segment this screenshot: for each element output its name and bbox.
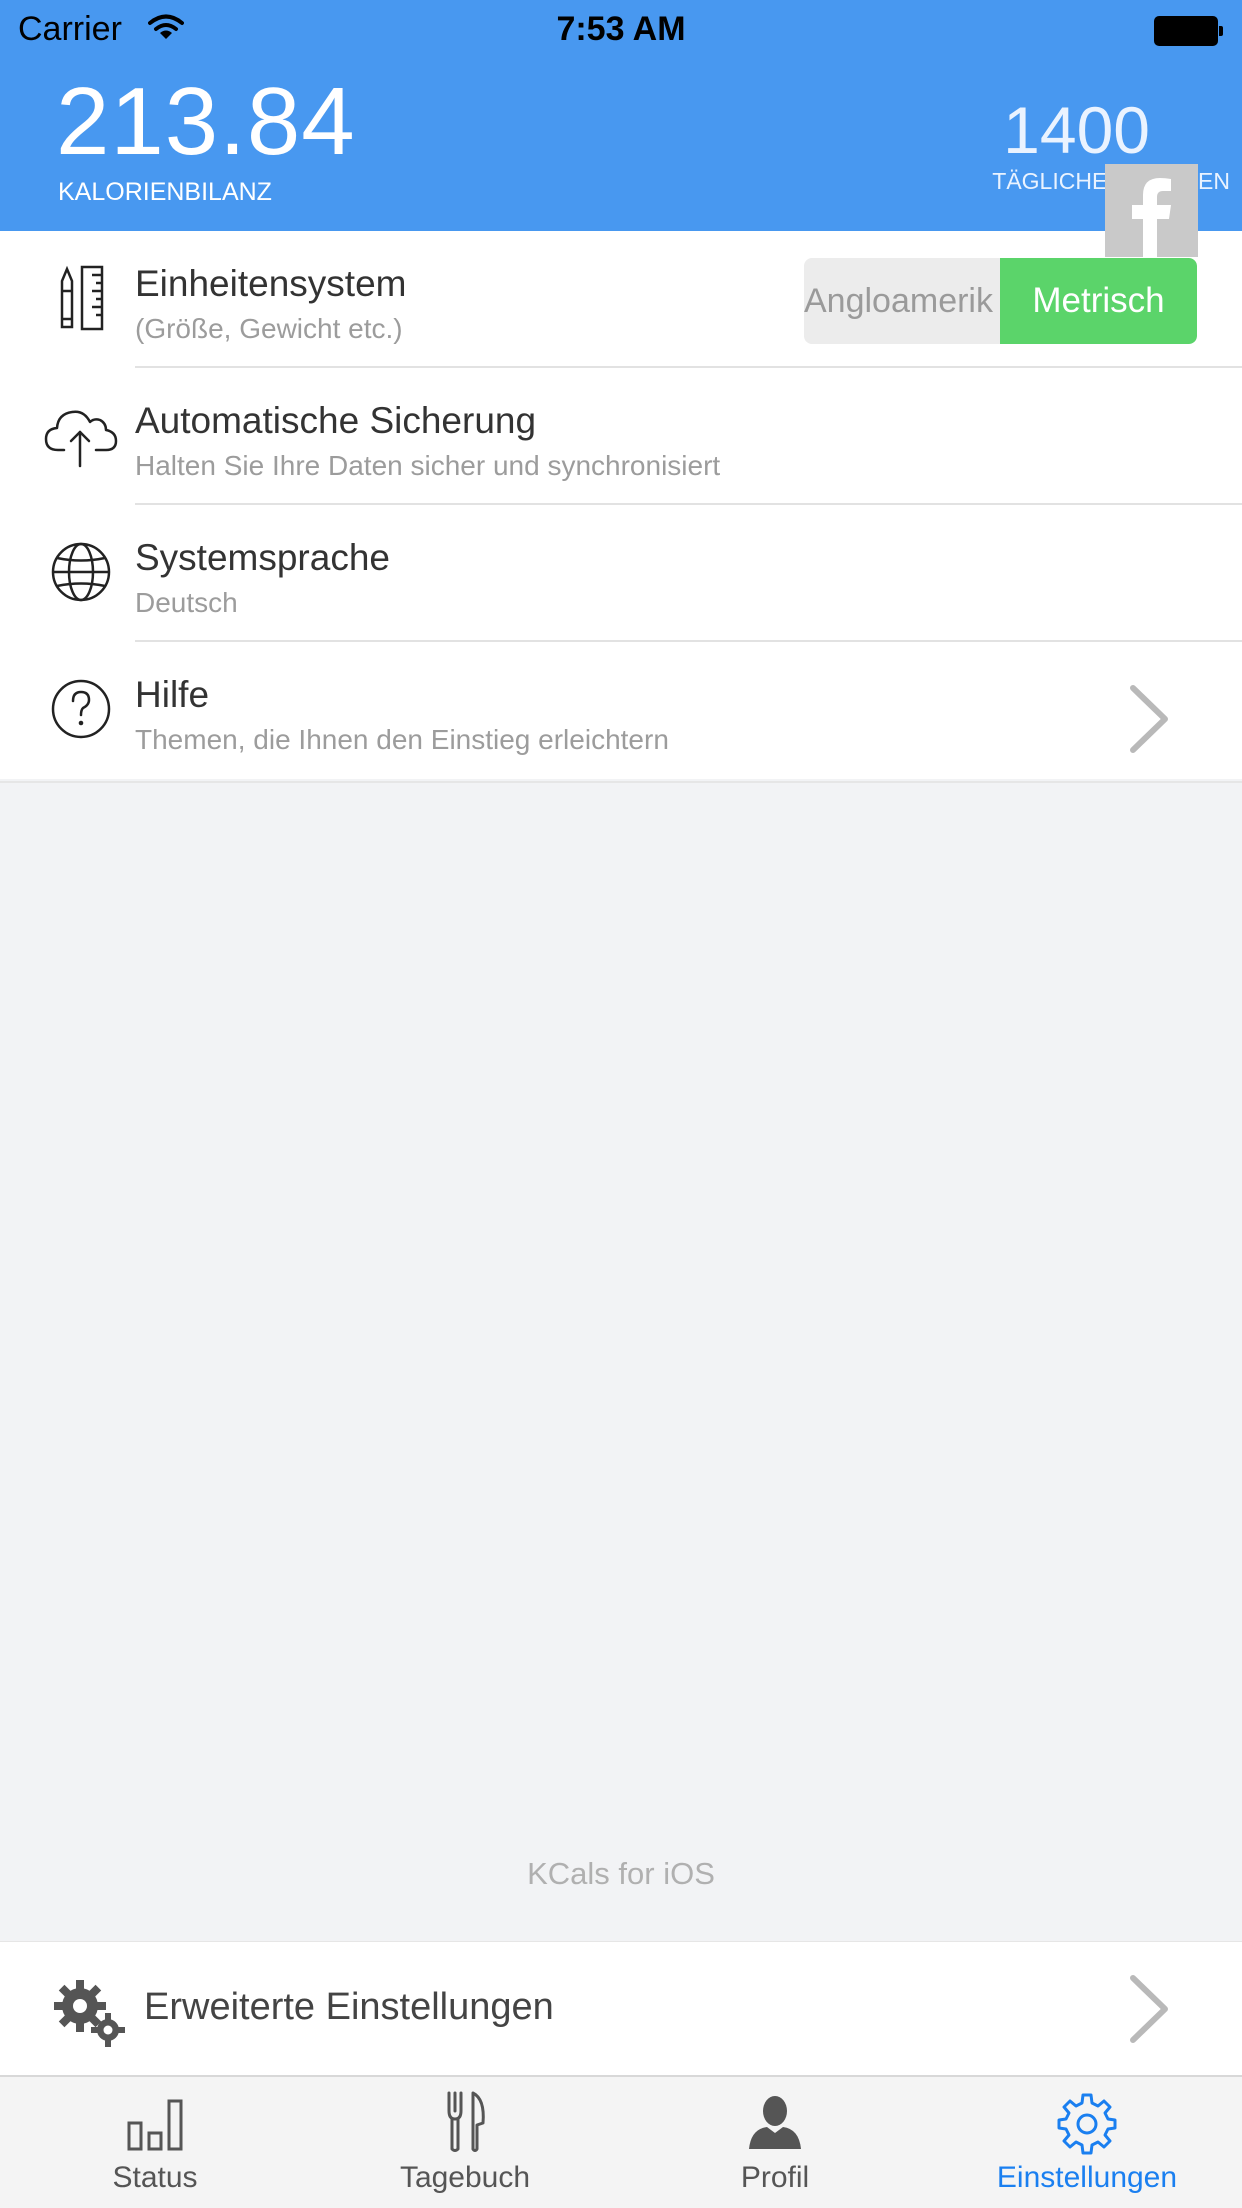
units-segmented-control[interactable]: Angloamerik Metrisch — [804, 258, 1197, 344]
divider — [0, 781, 1242, 783]
tab-profile[interactable]: Profil — [620, 2077, 930, 2208]
tab-diary[interactable]: Tagebuch — [310, 2077, 620, 2208]
tab-bar: Status Tagebuch Profil Einstellungen — [0, 2075, 1242, 2208]
units-row: Einheitensystem (Größe, Gewicht etc.) An… — [0, 231, 1242, 368]
settings-list: Einheitensystem (Größe, Gewicht etc.) An… — [0, 231, 1242, 779]
status-bar: Carrier 7:53 AM — [0, 0, 1242, 62]
calorie-balance-value: 213.84 — [56, 68, 356, 175]
help-row[interactable]: Hilfe Themen, die Ihnen den Einstieg erl… — [0, 642, 1242, 779]
backup-row[interactable]: Automatische Sicherung Halten Sie Ihre D… — [0, 368, 1242, 505]
header: Carrier 7:53 AM 213.84 KALORIENBILANZ 14… — [0, 0, 1242, 231]
tab-label: Einstellungen — [996, 2161, 1178, 2194]
battery-icon — [1154, 16, 1224, 46]
facebook-icon[interactable] — [1105, 164, 1198, 257]
status-time: 7:53 AM — [556, 10, 686, 48]
segment-imperial[interactable]: Angloamerik — [804, 258, 1001, 344]
advanced-settings-row[interactable]: Erweiterte Einstellungen — [0, 1941, 1242, 2075]
ruler-pencil-icon — [60, 265, 104, 331]
advanced-settings-title: Erweiterte Einstellungen — [144, 1986, 554, 2028]
gears-icon — [54, 1980, 125, 2047]
chevron-right-icon[interactable] — [1125, 684, 1175, 754]
tab-settings[interactable]: Einstellungen — [932, 2077, 1242, 2208]
backup-subtitle: Halten Sie Ihre Daten sicher und synchro… — [135, 450, 721, 481]
tab-label: Tagebuch — [399, 2161, 531, 2194]
person-icon — [749, 2096, 801, 2149]
cloud-upload-icon — [44, 410, 118, 468]
bar-chart-icon — [127, 2099, 183, 2151]
help-title: Hilfe — [135, 674, 210, 715]
language-value: Deutsch — [135, 587, 238, 618]
language-row[interactable]: Systemsprache Deutsch — [0, 505, 1242, 642]
help-subtitle: Themen, die Ihnen den Einstieg erleichte… — [135, 724, 669, 755]
segment-metric[interactable]: Metrisch — [1000, 258, 1197, 344]
tab-status[interactable]: Status — [0, 2077, 310, 2208]
gear-icon — [1057, 2093, 1117, 2155]
language-title: Systemsprache — [135, 537, 390, 578]
tab-label: Profil — [740, 2161, 810, 2194]
units-title: Einheitensystem — [135, 263, 407, 304]
fork-knife-icon — [447, 2091, 485, 2152]
backup-title: Automatische Sicherung — [135, 400, 537, 441]
daily-calories-value: 1400 — [1003, 93, 1150, 167]
calorie-balance-label: KALORIENBILANZ — [58, 178, 272, 206]
chevron-right-icon[interactable] — [1125, 1974, 1175, 2044]
tab-label: Status — [112, 2161, 198, 2194]
units-subtitle: (Größe, Gewicht etc.) — [135, 313, 403, 344]
globe-icon — [51, 542, 111, 602]
question-circle-icon — [51, 679, 111, 739]
app-version-note: KCals for iOS — [527, 1856, 715, 1891]
